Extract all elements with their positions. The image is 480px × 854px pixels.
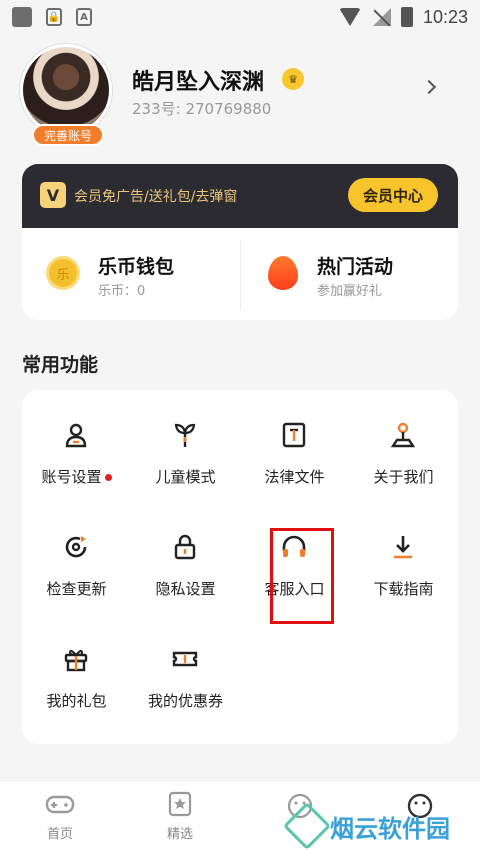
coin-wallet-title: 乐币钱包 [98, 256, 175, 278]
vip-banner[interactable]: V 会员免广告/送礼包/去弹窗 会员中心 [22, 164, 458, 228]
user-id: 233号: 270769880 [132, 100, 272, 118]
refresh-icon [62, 532, 90, 562]
joystick-icon [389, 420, 417, 450]
coupon-icon [171, 644, 199, 674]
func-label: 关于我们 [373, 468, 434, 486]
user-icon [62, 420, 90, 450]
func-privacy-settings[interactable]: 隐私设置 [131, 502, 240, 602]
func-label: 账号设置 [41, 468, 102, 486]
nav-label: 精选 [166, 827, 193, 842]
func-label: 隐私设置 [155, 580, 216, 598]
gamepad-icon [45, 791, 75, 817]
func-kids-mode[interactable]: 儿童模式 [131, 390, 240, 490]
status-bar: 🔒 A 10:23 [0, 0, 480, 34]
hot-activity-entry[interactable]: 热门活动 参加赢好礼 [241, 228, 458, 320]
gift-icon [62, 644, 90, 674]
nav-label: 首页 [46, 827, 73, 842]
functions-grid: 账号设置 儿童模式 法律文件 关于我们 检查更新 隐私设置 客服入口 下载指南 … [22, 390, 458, 744]
func-about-us[interactable]: 关于我们 [349, 390, 458, 490]
func-legal-docs[interactable]: 法律文件 [240, 390, 349, 490]
watermark-logo-icon [282, 801, 332, 851]
hot-activity-subtitle: 参加赢好礼 [317, 284, 383, 299]
func-download-guide[interactable]: 下载指南 [349, 502, 458, 602]
a-notification-icon: A [76, 8, 92, 26]
func-label: 下载指南 [373, 580, 434, 598]
section-title: 常用功能 [22, 354, 99, 376]
sprout-icon [171, 420, 199, 450]
watermark-text: 烟云软件园 [330, 814, 450, 843]
func-label: 我的优惠券 [147, 692, 223, 710]
chevron-right-icon[interactable] [421, 79, 437, 95]
battery-icon [400, 7, 413, 27]
nav-featured[interactable]: 精选 [140, 791, 220, 842]
profile-header[interactable]: 完善账号 皓月坠入深渊 ♛ 233号: 270769880 [20, 44, 460, 146]
app-notification-icon [12, 7, 32, 27]
func-my-coupons[interactable]: 我的优惠券 [131, 614, 240, 714]
complete-account-badge[interactable]: 完善账号 [32, 124, 104, 146]
crown-icon: ♛ [282, 68, 304, 90]
vip-benefits-text: 会员免广告/送礼包/去弹窗 [74, 189, 238, 205]
watermark: 烟云软件园 [282, 801, 450, 851]
wallet-card: 乐 乐币钱包 乐币：0 热门活动 参加赢好礼 [22, 228, 458, 320]
vip-logo-icon: V [40, 182, 66, 208]
hot-activity-title: 热门活动 [317, 256, 394, 278]
download-icon [389, 532, 417, 562]
func-label: 我的礼包 [46, 692, 107, 710]
member-center-button[interactable]: 会员中心 [348, 178, 438, 212]
star-icon [165, 791, 195, 817]
no-signal-icon [371, 8, 391, 26]
avatar[interactable] [20, 44, 112, 136]
fire-icon [268, 256, 298, 290]
clock: 10:23 [422, 6, 468, 27]
lock-icon [171, 532, 199, 562]
coin-icon: 乐 [46, 256, 80, 290]
func-my-gifts[interactable]: 我的礼包 [22, 614, 131, 714]
func-label: 儿童模式 [155, 468, 216, 486]
coin-wallet-entry[interactable]: 乐 乐币钱包 乐币：0 [22, 228, 240, 320]
notification-dot [104, 474, 112, 481]
coin-balance: 乐币：0 [98, 284, 146, 299]
func-label: 法律文件 [264, 468, 325, 486]
highlight-annotation [270, 528, 334, 624]
username: 皓月坠入深渊 [132, 70, 265, 95]
wifi-icon [338, 8, 361, 26]
nav-home[interactable]: 首页 [20, 791, 100, 842]
lock-notification-icon: 🔒 [46, 8, 62, 26]
func-account-settings[interactable]: 账号设置 [22, 390, 131, 490]
func-check-update[interactable]: 检查更新 [22, 502, 131, 602]
document-icon [280, 420, 308, 450]
func-label: 检查更新 [46, 580, 107, 598]
